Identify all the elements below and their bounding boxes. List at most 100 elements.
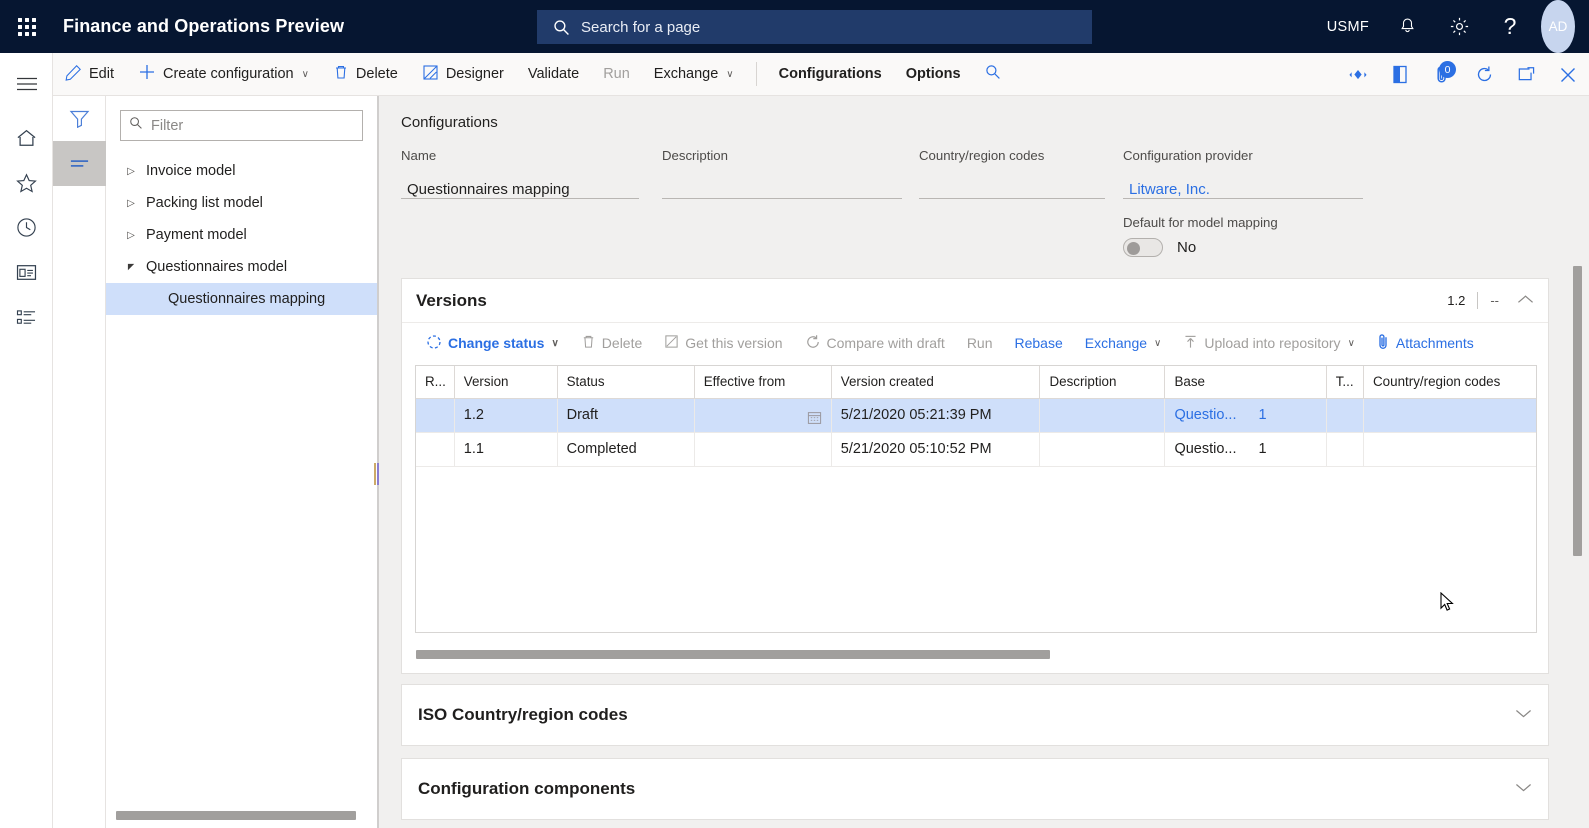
attachments-button[interactable]: Attachments (1366, 323, 1485, 363)
cell-effective-from[interactable] (694, 432, 832, 467)
cell-description[interactable] (1039, 432, 1166, 467)
modules-list-icon[interactable] (0, 295, 53, 340)
close-icon[interactable] (1547, 53, 1589, 96)
col-header-effective-from[interactable]: Effective from (694, 366, 832, 399)
tree-node-label: Payment model (146, 227, 247, 243)
change-status-button[interactable]: Change status ∨ (415, 323, 570, 363)
cell-version[interactable]: 1.2 (454, 398, 558, 433)
field-country-input[interactable] (919, 172, 1105, 199)
col-header-r[interactable]: R... (416, 366, 455, 399)
tree-node-payment-model[interactable]: Payment model (106, 219, 377, 251)
col-header-country-region-codes[interactable]: Country/region codes (1363, 366, 1536, 399)
cell-country-region-codes[interactable] (1363, 432, 1536, 467)
tree-node-questionnaires-mapping[interactable]: Questionnaires mapping (106, 283, 377, 315)
workspaces-icon[interactable] (0, 250, 53, 295)
tab-configurations[interactable]: Configurations (767, 53, 894, 96)
chevron-up-icon[interactable] (1517, 294, 1534, 308)
validate-button[interactable]: Validate (516, 53, 591, 96)
cell-version-created[interactable]: 5/21/2020 05:21:39 PM (831, 398, 1041, 433)
cell-status[interactable]: Completed (557, 432, 695, 467)
cell-version-created[interactable]: 5/21/2020 05:10:52 PM (831, 432, 1041, 467)
field-description-input[interactable] (662, 172, 902, 199)
attachments-count-badge: 0 (1439, 61, 1456, 78)
chevron-down-icon[interactable] (1515, 780, 1532, 798)
company-selector[interactable]: USMF (1315, 0, 1381, 53)
col-header-version-created[interactable]: Version created (831, 366, 1041, 399)
filter-icon[interactable] (53, 96, 106, 141)
rebase-button[interactable]: Rebase (1004, 323, 1074, 363)
cell-country-region-codes[interactable] (1363, 398, 1536, 433)
cell-base-count: 1 (1258, 407, 1267, 423)
create-configuration-button[interactable]: Create configuration ∨ (126, 53, 321, 96)
cell-base[interactable]: Questio... 1 (1164, 432, 1327, 467)
avatar[interactable]: AD (1541, 0, 1575, 53)
popout-icon[interactable] (1505, 53, 1547, 96)
cell-t[interactable] (1326, 398, 1365, 433)
panel-toggle-rail (53, 96, 106, 828)
col-header-status[interactable]: Status (557, 366, 695, 399)
cell-version[interactable]: 1.1 (454, 432, 558, 467)
chevron-right-icon[interactable] (120, 166, 142, 177)
tree-node-invoice-model[interactable]: Invoice model (106, 155, 377, 187)
tree-horizontal-scrollbar[interactable] (116, 811, 356, 820)
chevron-down-icon[interactable] (1515, 706, 1532, 724)
command-search-button[interactable] (973, 53, 1013, 96)
attachments-icon[interactable]: 0 (1421, 53, 1463, 96)
chevron-right-icon[interactable] (120, 230, 142, 241)
tab-options[interactable]: Options (894, 53, 973, 96)
cell-effective-from[interactable] (694, 398, 832, 433)
cell-base-link[interactable]: Questio... (1174, 407, 1236, 423)
chevron-right-icon[interactable] (120, 198, 142, 209)
edit-button-label: Edit (89, 66, 114, 82)
delete-button[interactable]: Delete (321, 53, 410, 96)
edit-button[interactable]: Edit (53, 53, 126, 96)
versions-exchange-button[interactable]: Exchange ∨ (1074, 323, 1173, 363)
global-search-box[interactable]: Search for a page (537, 10, 1092, 44)
configuration-components-section[interactable]: Configuration components (401, 758, 1549, 820)
question-mark-icon[interactable]: ? (1485, 0, 1535, 53)
cell-t[interactable] (1326, 432, 1365, 467)
versions-section: Versions 1.2 -- Change status ∨ Delete G… (401, 278, 1549, 674)
bell-icon[interactable] (1381, 0, 1433, 53)
field-provider-input[interactable]: Litware, Inc. (1123, 172, 1363, 199)
app-launcher-icon[interactable] (0, 0, 54, 53)
versions-grid-horizontal-scrollbar[interactable] (416, 650, 1050, 659)
recent-clock-icon[interactable] (0, 205, 53, 250)
main-vertical-scrollbar[interactable] (1573, 266, 1582, 556)
components-section-title: Configuration components (418, 779, 636, 798)
tree-node-questionnaires-model[interactable]: Questionnaires model (106, 251, 377, 283)
exchange-button[interactable]: Exchange ∨ (642, 53, 746, 96)
cell-status[interactable]: Draft (557, 398, 695, 433)
iso-country-region-codes-section[interactable]: ISO Country/region codes (401, 684, 1549, 746)
col-header-version[interactable]: Version (454, 366, 558, 399)
favorites-star-icon[interactable] (0, 160, 53, 205)
cell-base[interactable]: Questio... 1 (1164, 398, 1327, 433)
col-header-t[interactable]: T... (1326, 366, 1365, 399)
field-name-input[interactable]: Questionnaires mapping (401, 172, 639, 199)
hamburger-menu-icon[interactable] (0, 61, 53, 106)
default-mapping-toggle[interactable] (1123, 238, 1163, 257)
tree-node-packing-list-model[interactable]: Packing list model (106, 187, 377, 219)
versions-run-label: Run (966, 335, 993, 351)
filter-input[interactable]: Filter (120, 110, 363, 141)
refresh-icon[interactable] (1463, 53, 1505, 96)
designer-button[interactable]: Designer (410, 53, 516, 96)
col-header-description[interactable]: Description (1039, 366, 1166, 399)
compare-icon (805, 334, 821, 353)
chevron-down-filled-icon[interactable] (120, 263, 142, 272)
versions-delete-button: Delete (570, 323, 653, 363)
get-this-version-button: Get this version (653, 323, 793, 363)
list-lines-icon[interactable] (53, 141, 106, 186)
table-row[interactable]: 1.2 Draft 5/21/2020 05:21:39 PM Questio.… (416, 398, 1536, 433)
open-in-office-icon[interactable] (1379, 53, 1421, 96)
share-diamond-icon[interactable] (1337, 53, 1379, 96)
get-version-icon (664, 334, 679, 352)
calendar-icon[interactable] (807, 410, 822, 429)
col-header-base[interactable]: Base (1164, 366, 1327, 399)
home-icon[interactable] (0, 115, 53, 160)
cell-description[interactable] (1039, 398, 1166, 433)
tree-node-label: Packing list model (146, 195, 263, 211)
tree-node-label: Invoice model (146, 163, 236, 179)
gear-icon[interactable] (1433, 0, 1485, 53)
table-row[interactable]: 1.1 Completed 5/21/2020 05:10:52 PM Ques… (416, 432, 1536, 467)
